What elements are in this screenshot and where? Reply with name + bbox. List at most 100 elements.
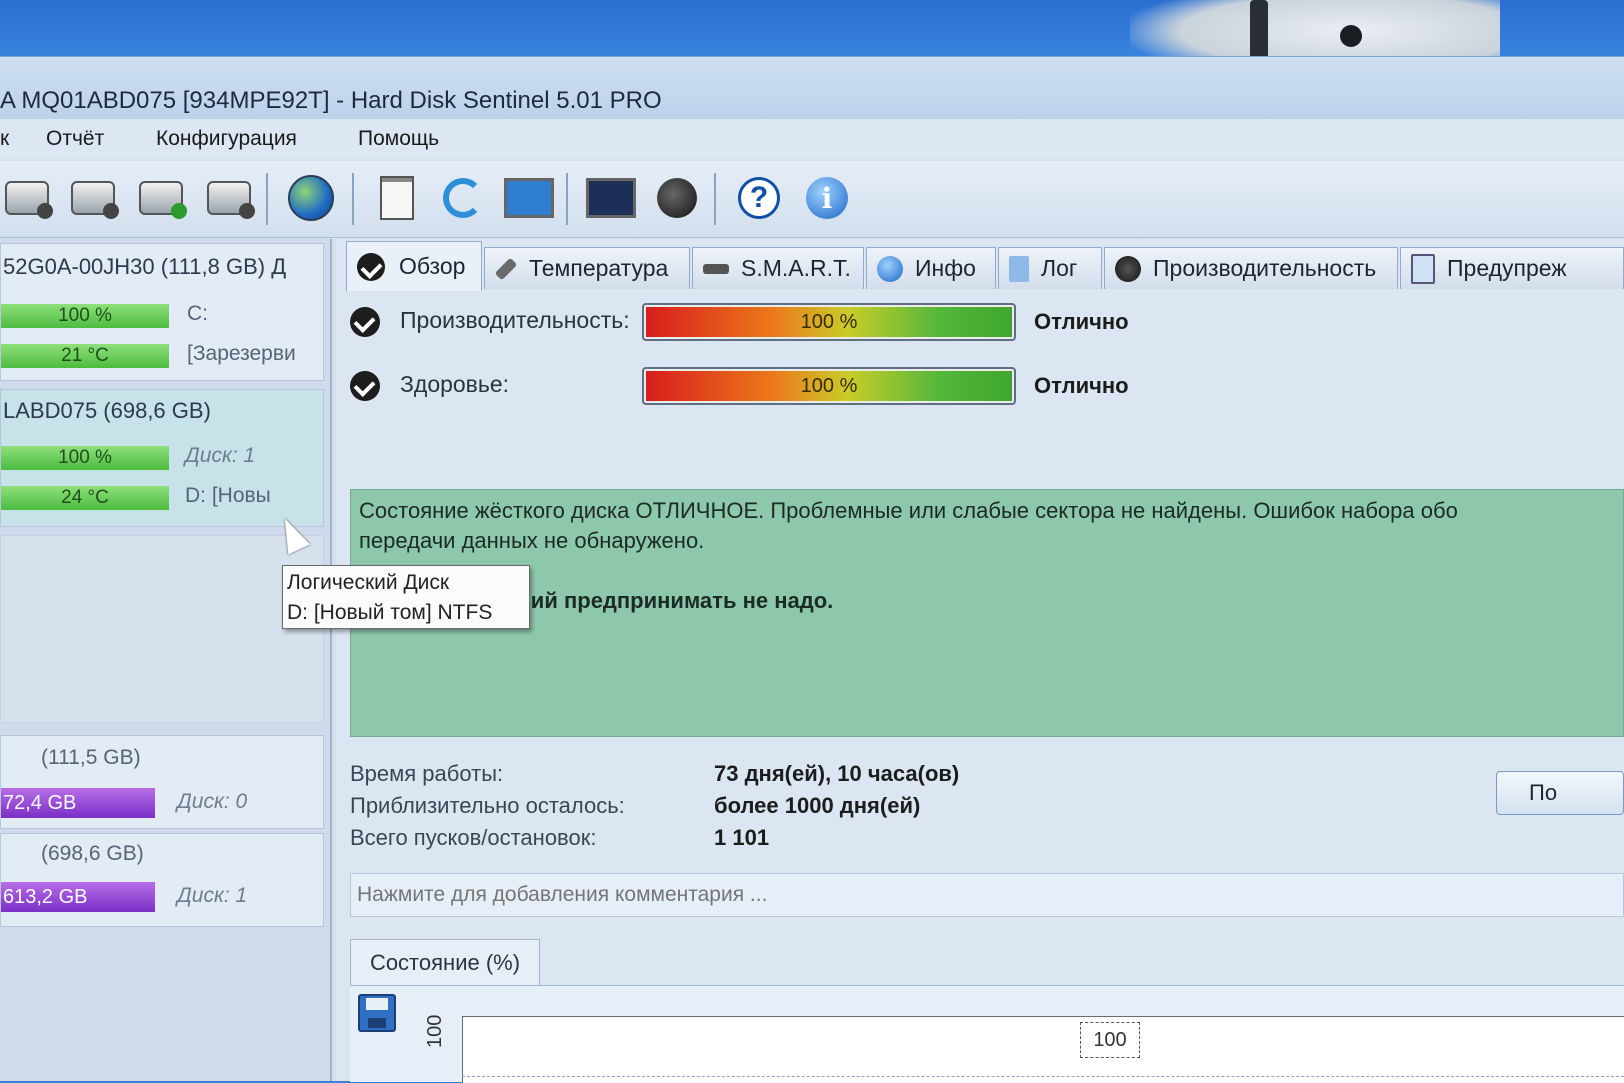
volume-card[interactable]: (698,6 GB) 613,2 GB Диск: 1	[0, 833, 324, 927]
performance-value: 100 %	[800, 311, 858, 333]
empty-area	[0, 535, 324, 723]
performance-row: Производительность: 100 % Отлично	[350, 303, 1620, 343]
health-bar: 100 %	[1, 304, 169, 328]
health-row: Здоровье: 100 % Отлично	[350, 367, 1620, 407]
disk-number-label: Диск: 1	[185, 444, 256, 467]
health-bar: 100 %	[1, 446, 169, 470]
wallpaper-shape	[1340, 25, 1362, 47]
free-space-bar: 72,4 GB	[1, 788, 155, 818]
toolbar-separator	[714, 173, 716, 225]
help-icon[interactable]: ?	[732, 171, 786, 225]
status-chart	[462, 1016, 1624, 1083]
tab-performance[interactable]: Производительность	[1104, 247, 1398, 289]
disk-list-panel: 52G0A-00JH30 (111,8 GB) Д 100 % C: 21 °C…	[0, 239, 332, 1081]
start-stop-value: 1 101	[714, 825, 770, 850]
remaining-label: Приблизительно осталось:	[350, 793, 625, 818]
status-message-box: Состояние жёсткого диска ОТЛИЧНОЕ. Пробл…	[350, 489, 1624, 737]
uptime-value: 73 дня(ей), 10 часа(ов)	[714, 761, 960, 786]
menu-item-configuration[interactable]: Конфигурация	[156, 127, 297, 151]
tab-label: Температура	[529, 255, 669, 281]
disk-name: LABD075 (698,6 GB)	[3, 398, 211, 423]
details-button[interactable]: По	[1496, 771, 1624, 815]
save-icon[interactable]	[358, 994, 396, 1032]
toolbar-separator	[566, 173, 568, 225]
chip-icon	[703, 263, 729, 274]
chart-point-label: 100	[1080, 1022, 1140, 1058]
app-window: A MQ01ABD075 [934MPE92T] - Hard Disk Sen…	[0, 56, 1624, 1083]
tab-overview[interactable]: Обзор	[346, 241, 482, 291]
performance-meter: 100 %	[642, 303, 1016, 341]
disk-number-label: Диск: 1	[177, 884, 248, 907]
disk-search-icon[interactable]	[202, 171, 256, 225]
tab-bar: Обзор Температура S.M.A.R.T. Инфо Лог Пр…	[346, 241, 1624, 291]
status-advice: Никаких действий предпринимать не надо.	[359, 588, 834, 613]
menu-bar: к Отчёт Конфигурация Помощь	[0, 119, 1624, 159]
status-text: Состояние жёсткого диска ОТЛИЧНОЕ. Пробл…	[359, 498, 1458, 523]
tab-log[interactable]: Лог	[998, 247, 1102, 289]
overview-content: Обзор Температура S.M.A.R.T. Инфо Лог Пр…	[336, 239, 1624, 1083]
disk-icon[interactable]	[0, 171, 54, 225]
thermometer-icon	[494, 257, 518, 280]
check-icon	[357, 252, 385, 281]
menu-item-help[interactable]: Помощь	[358, 127, 439, 151]
volume-label: D: [Новы	[185, 484, 271, 507]
copy-icon	[1411, 253, 1435, 284]
chart-gridline	[462, 1076, 1624, 1077]
health-label: Здоровье:	[400, 371, 510, 397]
menu-item-report[interactable]: Отчёт	[46, 127, 104, 151]
temperature-bar: 21 °C	[1, 344, 169, 368]
gauge-icon	[1115, 255, 1141, 282]
tooltip: Логический Диск D: [Новый том] NTFS	[282, 565, 530, 629]
document-icon[interactable]	[370, 171, 424, 225]
chart-y-tick: 100	[424, 1014, 446, 1048]
toolbar-separator	[266, 173, 268, 225]
tab-label: Инфо	[915, 255, 976, 281]
start-stop-label: Всего пусков/остановок:	[350, 825, 597, 850]
free-space-bar: 613,2 GB	[1, 882, 155, 912]
info-icon	[877, 255, 903, 282]
health-meter: 100 %	[642, 367, 1016, 405]
disk-number-label: Диск: 0	[177, 790, 248, 813]
comment-input[interactable]	[350, 873, 1624, 917]
monitor-alert-icon[interactable]	[584, 171, 638, 225]
performance-label: Производительность:	[400, 307, 630, 333]
monitor-icon[interactable]	[502, 171, 556, 225]
document-icon	[1009, 255, 1029, 282]
volume-size: (111,5 GB)	[41, 746, 141, 769]
tooltip-line: Логический Диск	[287, 571, 450, 594]
health-rating: Отлично	[1034, 373, 1129, 398]
status-chart-panel: 100 100	[350, 985, 1624, 1083]
volume-label: C:	[187, 302, 208, 325]
tab-temperature[interactable]: Температура	[484, 247, 690, 289]
check-icon	[350, 371, 380, 401]
tab-label: Предупреж	[1447, 255, 1567, 281]
disk-clock-icon[interactable]	[66, 171, 120, 225]
tab-label: Лог	[1041, 255, 1078, 281]
tab-info[interactable]: Инфо	[866, 247, 996, 289]
disk-card-selected[interactable]: LABD075 (698,6 GB) 100 % Диск: 1 24 °C D…	[0, 389, 324, 527]
info-icon[interactable]: i	[800, 171, 854, 225]
tooltip-line: D: [Новый том] NTFS	[287, 601, 493, 624]
menu-item-disk[interactable]: к	[0, 127, 9, 151]
refresh-icon[interactable]	[436, 171, 490, 225]
tab-warnings[interactable]: Предупреж	[1400, 247, 1624, 289]
disk-check-icon[interactable]	[134, 171, 188, 225]
temperature-bar: 24 °C	[1, 486, 169, 510]
tab-smart[interactable]: S.M.A.R.T.	[692, 247, 864, 289]
volume-size: (698,6 GB)	[41, 842, 144, 865]
speaker-icon[interactable]	[650, 171, 704, 225]
status-text: передачи данных не обнаружено.	[359, 528, 705, 553]
toolbar-separator	[352, 173, 354, 225]
tab-label: S.M.A.R.T.	[741, 255, 851, 281]
title-bar[interactable]: A MQ01ABD075 [934MPE92T] - Hard Disk Sen…	[0, 57, 1624, 119]
tab-label: Обзор	[399, 253, 466, 279]
disk-card[interactable]: 52G0A-00JH30 (111,8 GB) Д 100 % C: 21 °C…	[0, 243, 324, 381]
performance-rating: Отлично	[1034, 309, 1129, 334]
tab-status-percent[interactable]: Состояние (%)	[350, 939, 540, 985]
volume-card[interactable]: (111,5 GB) 72,4 GB Диск: 0	[0, 735, 324, 829]
remaining-value: более 1000 дня(ей)	[714, 793, 921, 818]
uptime-label: Время работы:	[350, 761, 504, 786]
volume-label: [Зарезерви	[187, 342, 296, 365]
disk-name: 52G0A-00JH30 (111,8 GB) Д	[3, 254, 287, 279]
globe-icon[interactable]	[284, 171, 338, 225]
